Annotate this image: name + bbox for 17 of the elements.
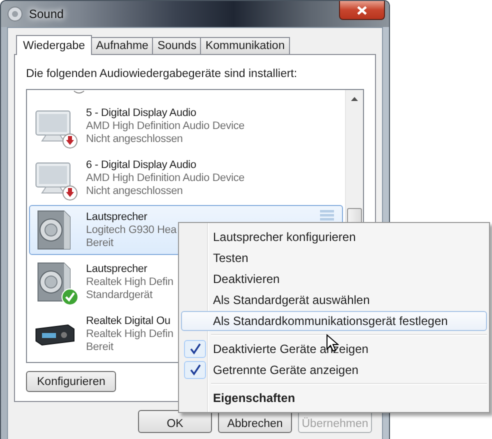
device-status: Standardgerät <box>86 288 152 302</box>
instruction-text: Die folgenden Audiowiedergabegeräte sind installiert: <box>26 68 298 80</box>
device-status: Bereit <box>86 236 114 250</box>
device-status: Nicht angeschlossen <box>86 132 183 146</box>
device-name: 6 - Digital Display Audio <box>86 158 196 172</box>
device-driver: Logitech G930 Hea <box>86 224 176 236</box>
device-name: Realtek Digital Ou <box>86 314 170 328</box>
device-driver: Realtek High Defin <box>86 276 174 288</box>
window-title: Sound <box>29 7 65 21</box>
device-name: Lautsprecher <box>86 210 148 224</box>
device-name: 5 - Digital Display Audio <box>86 106 196 120</box>
device-driver: Realtek High Defin <box>86 328 174 340</box>
device-name: Lautsprecher <box>86 262 148 276</box>
device-status: Nicht angeschlossen <box>86 184 183 198</box>
device-driver: AMD High Definition Audio Device <box>86 120 244 132</box>
device-status: Bereit <box>86 340 114 354</box>
device-driver: AMD High Definition Audio Device <box>86 172 244 184</box>
